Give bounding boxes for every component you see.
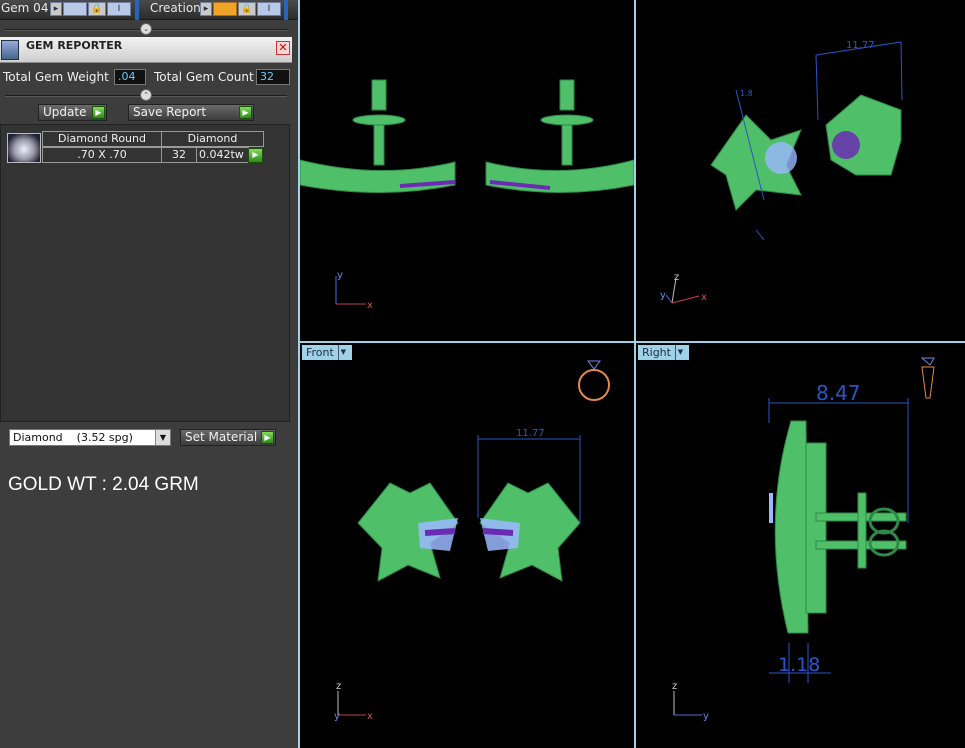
set-material-button[interactable]: Set Material ▶ — [180, 429, 276, 446]
gem-layer-label: Gem 04 — [1, 1, 49, 15]
gem-size-cell: .70 X .70 — [42, 147, 162, 163]
gem-weight-cell: 0.042tw — [196, 147, 249, 163]
axis-y-label: y — [334, 711, 340, 722]
visibility-toggle[interactable]: I — [257, 2, 281, 16]
play-icon[interactable]: ▸ — [200, 2, 212, 16]
axis-x-label: x — [367, 711, 373, 722]
set-material-button-label: Set Material — [185, 430, 258, 444]
save-report-button-label: Save Report — [133, 105, 207, 119]
viewport-front[interactable]: Front ▼ 11.77 z x y — [300, 343, 634, 748]
gem-color-swatch[interactable] — [63, 2, 87, 16]
material-select-value: Diamond (3.52 spg) — [13, 431, 133, 444]
earring-perspective-view: 11.77 1.8 z x y — [660, 40, 903, 304]
play-icon: ▶ — [92, 106, 105, 119]
gem-type-header: Diamond — [161, 131, 264, 147]
play-icon[interactable]: ▶ — [248, 148, 263, 163]
gem-layer-controls: ▸ 🔒 I — [50, 2, 131, 16]
chevron-down-icon[interactable]: ▼ — [155, 430, 170, 445]
dimension-label: 11.77 — [846, 40, 875, 51]
total-gem-count-value: 32 — [256, 69, 290, 85]
toolbar-divider — [135, 0, 139, 20]
play-icon: ▶ — [239, 106, 252, 119]
lock-icon[interactable]: 🔒 — [238, 2, 256, 16]
dimension-label: 11.77 — [516, 428, 545, 439]
collapse-knob-icon[interactable]: ⌃ — [140, 89, 152, 101]
viewport-top[interactable]: y x — [300, 0, 634, 341]
gem-shape-header: Diamond Round — [42, 131, 162, 147]
material-select[interactable]: Diamond (3.52 spg) ▼ — [9, 429, 171, 446]
collapse-knob-icon[interactable]: ⌄ — [140, 23, 152, 35]
close-icon[interactable]: ✕ — [276, 41, 290, 55]
earring-front-view: 11.77 z x y — [334, 360, 610, 722]
viewport-area[interactable]: y x 11.77 1.8 z x y Front ▼ 11.77 z x y … — [298, 0, 965, 748]
total-gem-count-label: Total Gem Count — [154, 70, 254, 84]
earring-top-view: y x — [300, 79, 634, 311]
dimension-label: 8.47 — [816, 381, 861, 405]
axis-z-label: z — [672, 681, 677, 692]
gem-list: Diamond Round Diamond .70 X .70 32 0.042… — [0, 124, 290, 422]
viewport-right[interactable]: Right ▼ 8.47 1.18 z y — [636, 343, 965, 748]
axis-z-label: z — [674, 272, 679, 283]
toolbar-divider — [284, 0, 288, 20]
left-panel: Gem 04 ▸ 🔒 I Creation ▸ 🔒 I ⌄ GEM REPORT… — [0, 0, 298, 748]
axis-x-label: x — [367, 300, 373, 311]
lock-icon[interactable]: 🔒 — [88, 2, 106, 16]
axis-z-label: z — [336, 681, 341, 692]
diamond-round-icon[interactable] — [7, 133, 41, 163]
update-button[interactable]: Update ▶ — [38, 104, 107, 121]
gold-weight-text: GOLD WT : 2.04 GRM — [8, 474, 199, 495]
visibility-toggle[interactable]: I — [107, 2, 131, 16]
save-report-button[interactable]: Save Report ▶ — [128, 104, 254, 121]
axis-y-label: y — [660, 290, 666, 301]
axis-y-label: y — [703, 711, 709, 722]
creation-layer-controls: ▸ 🔒 I — [200, 2, 281, 16]
ring-side-icon — [921, 366, 935, 399]
total-gem-weight-value: .04 — [114, 69, 146, 85]
dimension-label: 1.18 — [778, 654, 820, 676]
viewport-perspective[interactable]: 11.77 1.8 z x y — [636, 0, 965, 341]
creation-color-swatch[interactable] — [213, 2, 237, 16]
play-icon: ▶ — [261, 431, 274, 444]
update-button-label: Update — [43, 105, 87, 119]
gem-reporter-header: GEM REPORTER ✕ — [0, 37, 292, 63]
play-icon[interactable]: ▸ — [50, 2, 62, 16]
axis-x-label: x — [701, 292, 707, 303]
gem-reporter-icon — [1, 40, 19, 60]
gem-toolbar: Gem 04 ▸ 🔒 I Creation ▸ 🔒 I — [0, 0, 298, 20]
gem-reporter-title: GEM REPORTER — [26, 39, 123, 52]
gem-count-cell: 32 — [161, 147, 197, 163]
axis-y-label: y — [337, 270, 343, 281]
dimension-label: 1.8 — [740, 89, 753, 98]
gem-icon — [587, 360, 601, 370]
creation-layer-label: Creation — [150, 1, 201, 15]
ring-icon — [578, 369, 610, 401]
gem-icon — [920, 357, 935, 366]
total-gem-weight-label: Total Gem Weight — [3, 70, 109, 84]
earring-right-view: 8.47 1.18 z y — [672, 357, 935, 722]
